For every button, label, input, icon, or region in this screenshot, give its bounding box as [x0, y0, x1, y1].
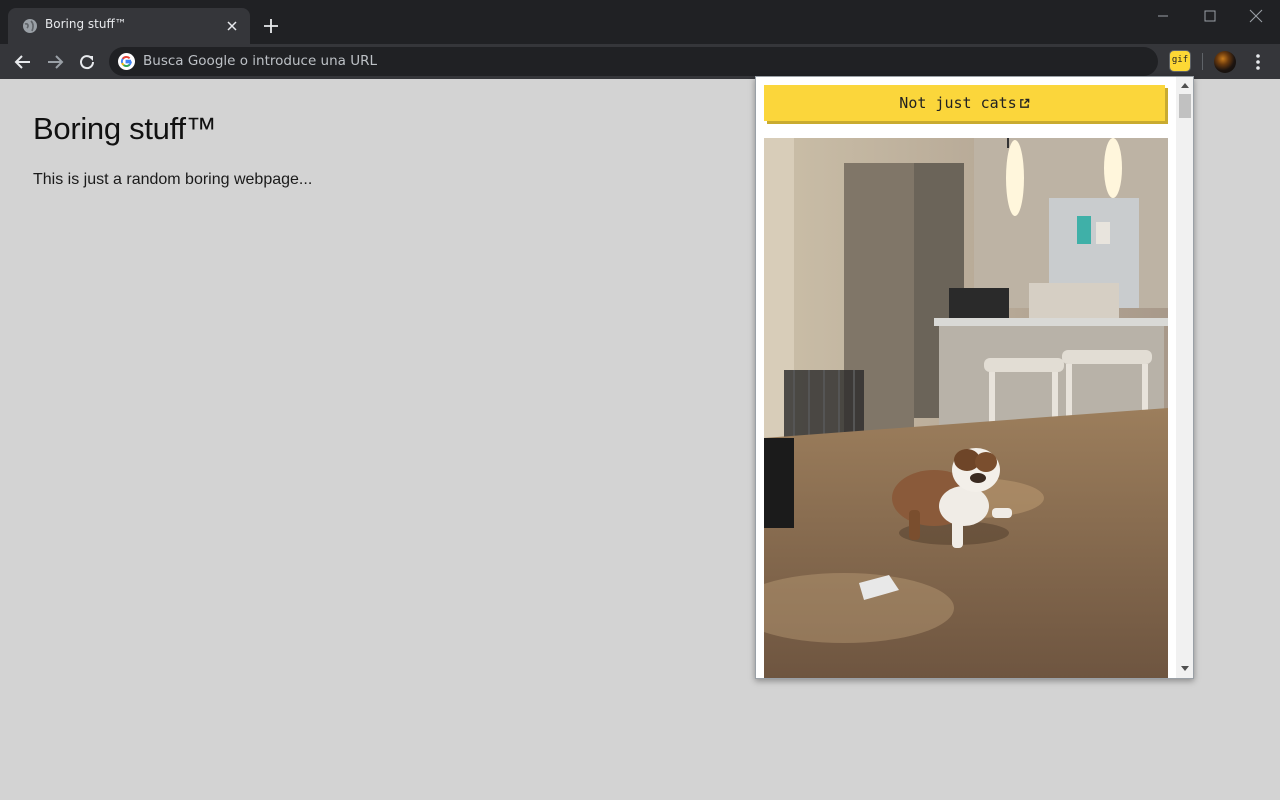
new-tab-icon[interactable]: [262, 17, 280, 35]
close-window-icon[interactable]: [1246, 6, 1266, 26]
not-just-cats-button[interactable]: Not just cats: [764, 85, 1165, 121]
tab-title: Boring stuff™: [45, 17, 127, 31]
scroll-down-arrow-icon[interactable]: [1180, 665, 1190, 673]
popup-scrollbar[interactable]: [1176, 77, 1193, 678]
back-arrow-icon[interactable]: [12, 51, 34, 73]
browser-titlebar: Boring stuff™: [0, 0, 1280, 44]
gif-extension-label: gif: [1171, 55, 1189, 65]
scrollbar-thumb[interactable]: [1179, 94, 1191, 118]
scroll-up-arrow-icon[interactable]: [1180, 81, 1190, 89]
page-body-text: This is just a random boring webpage...: [33, 171, 313, 188]
bulldog-gif-image: [764, 138, 1168, 678]
forward-arrow-icon[interactable]: [44, 51, 66, 73]
minimize-icon[interactable]: [1153, 6, 1173, 26]
browser-toolbar: Busca Google o introduce una URL gif: [0, 44, 1280, 79]
profile-avatar[interactable]: [1214, 51, 1236, 73]
extension-popup: Not just cats: [755, 76, 1194, 679]
not-just-cats-label: Not just cats: [899, 94, 1017, 112]
maximize-icon[interactable]: [1200, 6, 1220, 26]
gif-illustration: [764, 138, 1168, 678]
globe-icon: [23, 19, 37, 33]
close-tab-icon[interactable]: [224, 18, 240, 34]
gif-extension-button[interactable]: gif: [1169, 50, 1191, 72]
reload-icon[interactable]: [76, 51, 98, 73]
external-link-icon: [1019, 98, 1030, 108]
browser-tab[interactable]: Boring stuff™: [8, 8, 250, 44]
page-title: Boring stuff™: [33, 111, 217, 146]
omnibox-placeholder: Busca Google o introduce una URL: [143, 53, 378, 69]
google-g-icon: [118, 53, 135, 70]
omnibox[interactable]: Busca Google o introduce una URL: [109, 47, 1158, 76]
kebab-menu-icon[interactable]: [1248, 51, 1268, 73]
toolbar-divider: [1202, 53, 1203, 70]
